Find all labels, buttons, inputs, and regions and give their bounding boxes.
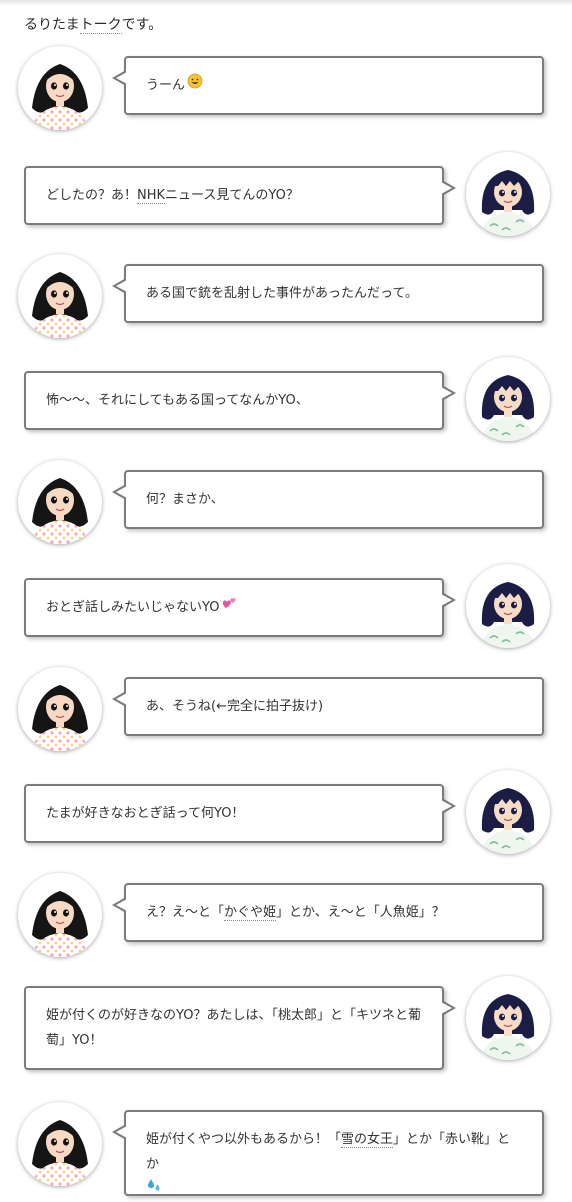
- bubble-tail-inner: [116, 72, 127, 84]
- message-text: え？え〜と「: [146, 905, 225, 920]
- intro-text: るりたまトークです。: [24, 14, 162, 34]
- message-row: ある国で銃を乱射した事件があったんだって。: [0, 254, 572, 344]
- message-text: 怖〜〜、それにしてもある国ってなんかYO、: [46, 393, 309, 408]
- ruri-avatar: [18, 873, 102, 957]
- message-text: 姫が付くやつ以外もあるから！「: [146, 1132, 342, 1147]
- bubble-tail-inner: [441, 387, 452, 399]
- message-row: たまが好きなおとぎ話って何YO！: [0, 770, 572, 860]
- tama-avatar: [466, 770, 550, 854]
- message-row: おとぎ話しみたいじゃないYO: [0, 564, 572, 654]
- speech-bubble: え？え〜と「かぐや姫」とか、え〜と「人魚姫」？: [112, 883, 544, 942]
- bubble-tail-inner: [116, 899, 127, 911]
- bubble-tail-inner: [441, 182, 452, 194]
- sweat-droplets-icon: [146, 1177, 162, 1202]
- message-text: 何？まさか、: [146, 492, 224, 507]
- ruri-avatar: [18, 667, 102, 751]
- message-text: うーん: [146, 78, 186, 93]
- message-row: 何？まさか、: [0, 460, 572, 550]
- speech-bubble: 何？まさか、: [112, 470, 544, 529]
- grinning-face-icon: [187, 73, 203, 98]
- two-hearts-icon: [221, 595, 237, 620]
- message-row: どしたの？あ！NHKニュース見てんのYO？: [0, 152, 572, 242]
- speech-bubble: 姫が付くのが好きなのYO？あたしは、「桃太郎」と「キツネと葡萄」YO！: [24, 986, 456, 1070]
- message-text: ある国で銃を乱射した事件があったんだって。: [146, 286, 418, 301]
- ruri-avatar: [18, 460, 102, 544]
- message-row: 姫が付くやつ以外もあるから！「雪の女王」とか「赤い靴」とか: [0, 1100, 572, 1200]
- bubble-tail-inner: [441, 594, 452, 606]
- speech-bubble: たまが好きなおとぎ話って何YO！: [24, 784, 456, 843]
- speech-bubble: おとぎ話しみたいじゃないYO: [24, 578, 456, 637]
- message-text: あ、そうね(←完全に拍子抜け): [146, 699, 324, 714]
- message-text: 姫が付くのが好きなのYO？あたしは、「桃太郎」と「キツネと葡萄」YO！: [46, 1008, 421, 1048]
- message-text: 」とか、え〜と「人魚姫」？: [276, 905, 445, 920]
- message-text: おとぎ話しみたいじゃないYO: [46, 600, 220, 615]
- speech-bubble: うーん: [112, 56, 544, 115]
- message-text: ニュース見てんのYO？: [165, 188, 299, 203]
- tama-avatar: [466, 152, 550, 236]
- intro-prefix: るりたま: [24, 17, 80, 33]
- bubble-tail-inner: [116, 1126, 127, 1138]
- bubble-tail-inner: [116, 280, 127, 292]
- message-row: うーん: [0, 46, 572, 136]
- message-text: どしたの？あ！: [46, 188, 138, 203]
- bubble-tail-inner: [116, 486, 127, 498]
- ruri-avatar: [18, 1102, 102, 1186]
- kaguya-link[interactable]: かぐや姫: [224, 905, 277, 921]
- top-shadow: [0, 0, 572, 6]
- ruri-avatar: [18, 254, 102, 338]
- bubble-tail-inner: [441, 1002, 452, 1014]
- bubble-tail-inner: [441, 800, 452, 812]
- speech-bubble: どしたの？あ！NHKニュース見てんのYO？: [24, 166, 456, 225]
- tama-avatar: [466, 564, 550, 648]
- snow-queen-link[interactable]: 雪の女王: [341, 1132, 394, 1148]
- tama-avatar: [466, 976, 550, 1060]
- message-row: 怖〜〜、それにしてもある国ってなんかYO、: [0, 357, 572, 447]
- message-row: あ、そうね(←完全に拍子抜け): [0, 667, 572, 757]
- message-row: え？え〜と「かぐや姫」とか、え〜と「人魚姫」？: [0, 873, 572, 963]
- speech-bubble: 姫が付くやつ以外もあるから！「雪の女王」とか「赤い靴」とか: [112, 1110, 544, 1196]
- message-text: たまが好きなおとぎ話って何YO！: [46, 806, 245, 821]
- speech-bubble: あ、そうね(←完全に拍子抜け): [112, 677, 544, 736]
- ruri-avatar: [18, 46, 102, 130]
- bubble-tail-inner: [116, 693, 127, 705]
- nhk-link[interactable]: NHK: [137, 188, 166, 204]
- speech-bubble: 怖〜〜、それにしてもある国ってなんかYO、: [24, 371, 456, 430]
- message-row: 姫が付くのが好きなのYO？あたしは、「桃太郎」と「キツネと葡萄」YO！: [0, 976, 572, 1076]
- intro-link[interactable]: トーク: [79, 17, 122, 34]
- tama-avatar: [466, 357, 550, 441]
- speech-bubble: ある国で銃を乱射した事件があったんだって。: [112, 264, 544, 323]
- intro-suffix: です。: [121, 17, 163, 33]
